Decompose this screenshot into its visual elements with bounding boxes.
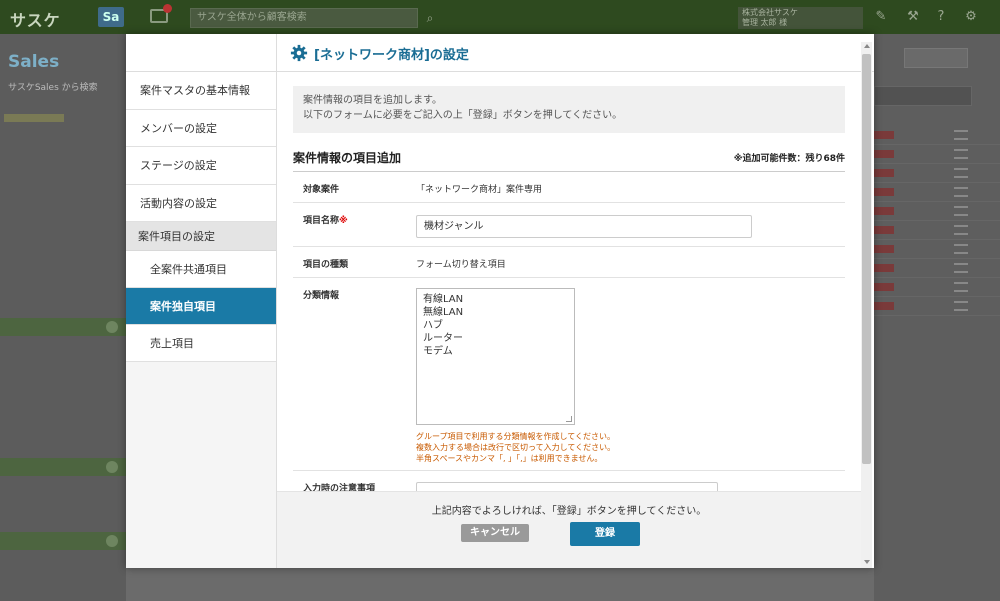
table-row (874, 202, 1000, 221)
required-mark: ※ (339, 216, 348, 226)
category-label: 分類情報 (303, 291, 340, 301)
category-textarea[interactable]: 有線LAN 無線LAN ハブ ルーター モデム (416, 288, 575, 425)
gear-icon (290, 44, 308, 62)
form-row-type: 項目の種類 フォーム切り替え項目 (293, 247, 845, 278)
wrench-icon: ⚒ (907, 9, 919, 24)
table-header (874, 86, 972, 106)
modal-content: 案件情報の項目を追加します。 以下のフォームに必要をご記入の上「登録」ボタンを押… (277, 73, 861, 491)
resize-handle[interactable] (566, 416, 572, 422)
nav-item-stages[interactable]: ステージの設定 (126, 147, 276, 185)
sidebar-section (0, 318, 126, 336)
modal-footer: 上記内容でよろしければ、「登録」ボタンを押してください。 キャンセル 登録 (277, 491, 861, 568)
type-label: 項目の種類 (303, 260, 349, 270)
category-option: ルーター (423, 333, 463, 344)
user-name: 管理 太郎 様 (742, 18, 788, 27)
target-value: 「ネットワーク商材」案件専用 (416, 185, 543, 195)
settings-nav: 案件マスタの基本情報 メンバーの設定 ステージの設定 活動内容の設定 案件項目の… (126, 34, 277, 568)
category-option: モデム (423, 346, 453, 357)
scroll-down-icon[interactable] (864, 560, 870, 564)
field-name-input[interactable]: 機材ジャンル (416, 215, 752, 238)
notification-dot (163, 4, 172, 13)
cancel-button[interactable]: キャンセル (461, 524, 529, 542)
nav-item-custom-fields[interactable]: 案件独自項目 (126, 288, 276, 325)
print-button (904, 48, 968, 68)
nav-item-common-fields[interactable]: 全案件共通項目 (126, 251, 276, 288)
app-topbar: サスケ Sa サスケ全体から顧客検索 ⌕ 株式会社サスケ 管理 太郎 様 ✎ ⚒… (0, 0, 1000, 34)
search-icon: ⌕ (426, 11, 434, 25)
edit-icon: ✎ (875, 9, 887, 24)
nav-item-basic-info[interactable]: 案件マスタの基本情報 (126, 72, 276, 110)
nav-item-activities[interactable]: 活動内容の設定 (126, 184, 276, 222)
nav-group-fields: 案件項目の設定 (126, 222, 276, 251)
table-row (874, 221, 1000, 240)
category-option: 有線LAN (423, 294, 464, 305)
table-row (874, 145, 1000, 164)
sidebar-section (0, 532, 126, 550)
sales-brand: Sales (8, 52, 60, 72)
remaining-count-note: ※追加可能件数：残り68件 (733, 154, 845, 164)
table-row (874, 297, 1000, 316)
form-row-target: 対象案件 「ネットワーク商材」案件専用 (293, 172, 845, 203)
settings-modal: 案件マスタの基本情報 メンバーの設定 ステージの設定 活動内容の設定 案件項目の… (126, 34, 874, 568)
intro-box: 案件情報の項目を追加します。 以下のフォームに必要をご記入の上「登録」ボタンを押… (293, 86, 845, 133)
help-icon: ? (937, 9, 945, 24)
category-hint: グループ項目で利用する分類情報を作成してください。 複数入力する場合は改行で区切… (416, 432, 616, 463)
form-row-note: 入力時の注意事項 (293, 471, 845, 491)
gear-icon: ⚙ (965, 9, 977, 24)
table-row (874, 278, 1000, 297)
table-row (874, 259, 1000, 278)
confirm-message: 上記内容でよろしければ、「登録」ボタンを押してください。 (431, 506, 707, 517)
modal-scrollbar[interactable] (861, 42, 872, 568)
note-input[interactable] (416, 482, 718, 491)
form-row-category: 分類情報 有線LAN 無線LAN ハブ ルーター モデム グループ項目で利用する… (293, 278, 845, 471)
register-button[interactable]: 登録 (570, 522, 640, 546)
nav-item-sales-fields[interactable]: 売上項目 (126, 325, 276, 362)
note-label: 入力時の注意事項 (303, 484, 376, 491)
category-option: 無線LAN (423, 307, 464, 318)
app-logo: サスケ (10, 11, 61, 30)
table-row (874, 183, 1000, 202)
nav-item-members[interactable]: メンバーの設定 (126, 109, 276, 147)
name-label: 項目名称※ (303, 216, 348, 226)
app-main-right (874, 34, 1000, 601)
sidebar-section (0, 458, 126, 476)
table-row (874, 164, 1000, 183)
table-row (874, 240, 1000, 259)
app-sidebar: Sales サスケSales から検索 (0, 34, 126, 601)
section-title: 案件情報の項目追加 (293, 151, 402, 165)
sidebar-line (4, 110, 64, 122)
category-option: ハブ (423, 320, 443, 331)
intro-line: 案件情報の項目を追加します。 (303, 95, 442, 106)
user-company: 株式会社サスケ (742, 8, 798, 17)
sales-badge: Sa (98, 7, 124, 27)
intro-line: 以下のフォームに必要をご記入の上「登録」ボタンを押してください。 (303, 110, 623, 121)
modal-header: [ネットワーク商材]の設定 (277, 34, 874, 72)
customer-search-input: サスケ全体から顧客検索 (190, 8, 418, 28)
modal-title: [ネットワーク商材]の設定 (314, 48, 469, 63)
sidebar-search: サスケSales から検索 (8, 83, 98, 93)
scroll-up-icon[interactable] (864, 44, 870, 48)
type-value: フォーム切り替え項目 (416, 260, 506, 270)
scroll-thumb[interactable] (862, 54, 871, 464)
target-label: 対象案件 (303, 185, 340, 195)
table-row (874, 126, 1000, 145)
user-info: 株式会社サスケ 管理 太郎 様 (738, 7, 863, 29)
form-row-name: 項目名称※ 機材ジャンル (293, 203, 845, 247)
